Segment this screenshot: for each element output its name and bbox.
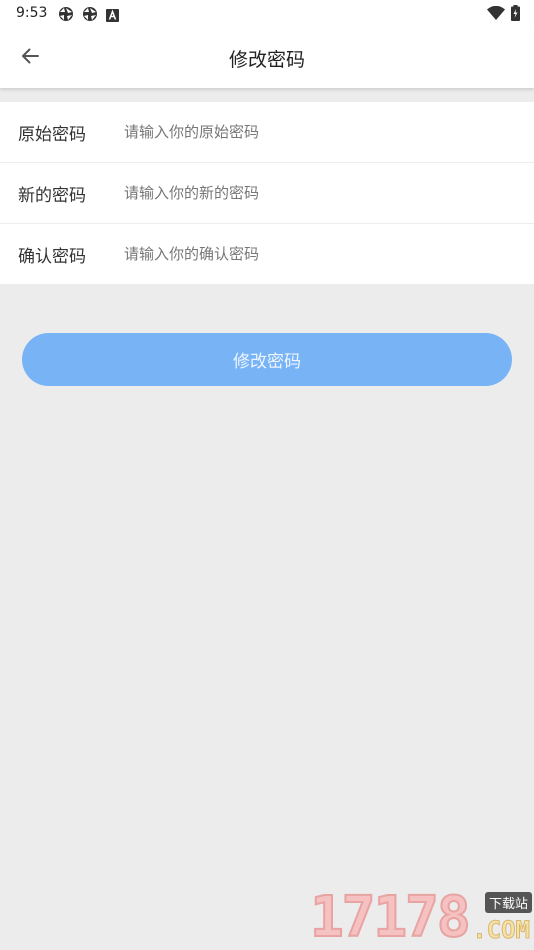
battery-icon <box>511 5 520 25</box>
form-row-original-password: 原始密码 <box>0 102 534 163</box>
confirm-password-input[interactable] <box>124 236 514 272</box>
status-icons-left <box>58 6 119 26</box>
page-title: 修改密码 <box>228 49 305 71</box>
aperture-icon <box>58 6 74 26</box>
watermark-tag: 下载站 <box>484 892 532 913</box>
aperture-icon <box>82 6 98 26</box>
wifi-icon <box>487 5 505 25</box>
form-row-new-password: 新的密码 <box>0 163 534 224</box>
status-time: 9:53 <box>16 5 48 21</box>
letter-a-icon <box>106 7 119 26</box>
confirm-password-label: 确认密码 <box>18 246 86 267</box>
form-row-confirm-password: 确认密码 <box>0 224 534 284</box>
original-password-label: 原始密码 <box>18 124 86 145</box>
change-password-button[interactable]: 修改密码 <box>22 333 512 386</box>
status-bar: 9:53 <box>0 0 534 28</box>
watermark-digits: 17178 <box>309 885 472 950</box>
original-password-input[interactable] <box>124 114 514 150</box>
app-bar: 修改密码 <box>0 28 534 88</box>
status-icons-right <box>487 5 520 25</box>
new-password-input[interactable] <box>124 175 514 211</box>
watermark-com: .COM <box>472 916 531 945</box>
new-password-label: 新的密码 <box>18 185 86 206</box>
password-form: 原始密码 新的密码 确认密码 <box>0 102 534 284</box>
watermark-logo: 17178 下载站 .COM <box>309 885 532 950</box>
